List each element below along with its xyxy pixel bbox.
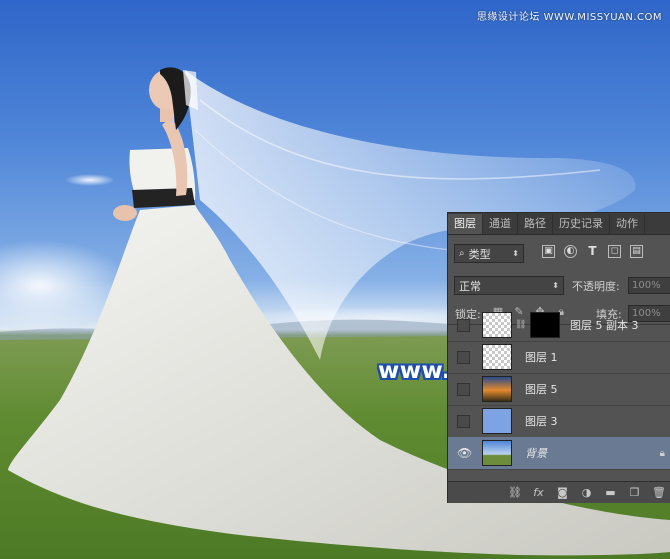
layer-thumbnail <box>482 440 512 466</box>
panel-tabbar: 图层 通道 路径 历史记录 动作 <box>448 213 670 235</box>
group-folder-icon[interactable]: ▬ <box>604 486 617 499</box>
visibility-toggle[interactable] <box>457 318 470 332</box>
layer-name: 图层 1 <box>525 351 558 364</box>
adjustment-icon[interactable]: ◑ <box>580 486 593 499</box>
layer-row[interactable]: 图层 1 <box>448 341 670 374</box>
filter-icons: ▣ ◐ T ◻ ▤ <box>542 245 643 258</box>
visibility-toggle[interactable] <box>457 382 470 396</box>
tab-actions[interactable]: 动作 <box>610 214 645 234</box>
site-mark: 思缘设计论坛 WWW.MISSYUAN.COM <box>476 12 662 23</box>
layers-list: ⛓ 图层 5 副本 3 图层 1 图层 5 图层 3 👁︎ 背景 🔒︎ <box>448 312 670 482</box>
layer-row[interactable]: 图层 5 <box>448 373 670 406</box>
visibility-toggle[interactable] <box>457 414 470 428</box>
tab-history[interactable]: 历史记录 <box>553 214 610 234</box>
text-filter-icon[interactable]: T <box>586 245 599 258</box>
layer-name: 图层 5 <box>525 383 558 396</box>
visibility-toggle[interactable] <box>457 350 470 364</box>
layers-panel: 图层 通道 路径 历史记录 动作 ⌕ 类型 ⬍ ▣ ◐ T ◻ ▤ 正常 ⬍ 不… <box>447 212 670 503</box>
chevron-updown-icon: ⬍ <box>512 249 519 258</box>
layer-thumbnail <box>482 408 512 434</box>
layer-name: 图层 3 <box>525 415 558 428</box>
filter-row: ⌕ 类型 ⬍ ▣ ◐ T ◻ ▤ <box>448 241 670 267</box>
opacity-input[interactable]: 100% <box>628 277 670 294</box>
delete-icon[interactable]: 🗑︎ <box>652 486 666 499</box>
opacity-label: 不透明度: <box>572 280 620 293</box>
layer-name: 图层 5 副本 3 <box>570 319 639 332</box>
cloud <box>65 174 115 186</box>
link-icon[interactable]: ⛓ <box>508 486 522 499</box>
smart-filter-icon[interactable]: ▤ <box>630 245 643 258</box>
layer-thumbnail <box>482 344 512 370</box>
blend-mode-select[interactable]: 正常 ⬍ <box>454 276 564 295</box>
filter-type-select[interactable]: ⌕ 类型 ⬍ <box>454 244 524 263</box>
blend-mode-value: 正常 <box>459 279 481 293</box>
panel-bottom-toolbar: ⛓ fx ◙ ◑ ▬ ❐ 🗑︎ <box>448 481 670 503</box>
tab-channels[interactable]: 通道 <box>483 214 518 234</box>
layer-mask-thumbnail <box>530 312 560 338</box>
filter-type-label: 类型 <box>468 247 491 261</box>
layer-thumbnail <box>482 312 512 338</box>
new-layer-icon[interactable]: ❐ <box>628 486 641 499</box>
mask-icon[interactable]: ◙ <box>556 486 569 499</box>
tab-paths[interactable]: 路径 <box>518 214 553 234</box>
chevron-updown-icon: ⬍ <box>552 281 559 290</box>
tab-layers[interactable]: 图层 <box>448 214 483 234</box>
blend-row: 正常 ⬍ 不透明度: 100% <box>448 274 670 298</box>
shape-filter-icon[interactable]: ◻ <box>608 245 621 258</box>
chain-link-icon: ⛓ <box>515 320 527 330</box>
adjust-filter-icon[interactable]: ◐ <box>564 245 577 258</box>
fx-icon[interactable]: fx <box>532 486 545 499</box>
lock-icon: 🔒︎ <box>659 447 665 459</box>
layer-name: 背景 <box>525 447 547 460</box>
hands <box>113 205 137 221</box>
image-filter-icon[interactable]: ▣ <box>542 245 555 258</box>
eye-icon[interactable]: 👁︎ <box>457 446 472 460</box>
layer-row-selected[interactable]: 👁︎ 背景 🔒︎ <box>448 437 670 470</box>
layer-thumbnail <box>482 376 512 402</box>
search-icon: ⌕ <box>459 248 465 259</box>
layer-row[interactable]: ⛓ 图层 5 副本 3 <box>448 309 670 342</box>
layer-row[interactable]: 图层 3 <box>448 405 670 438</box>
